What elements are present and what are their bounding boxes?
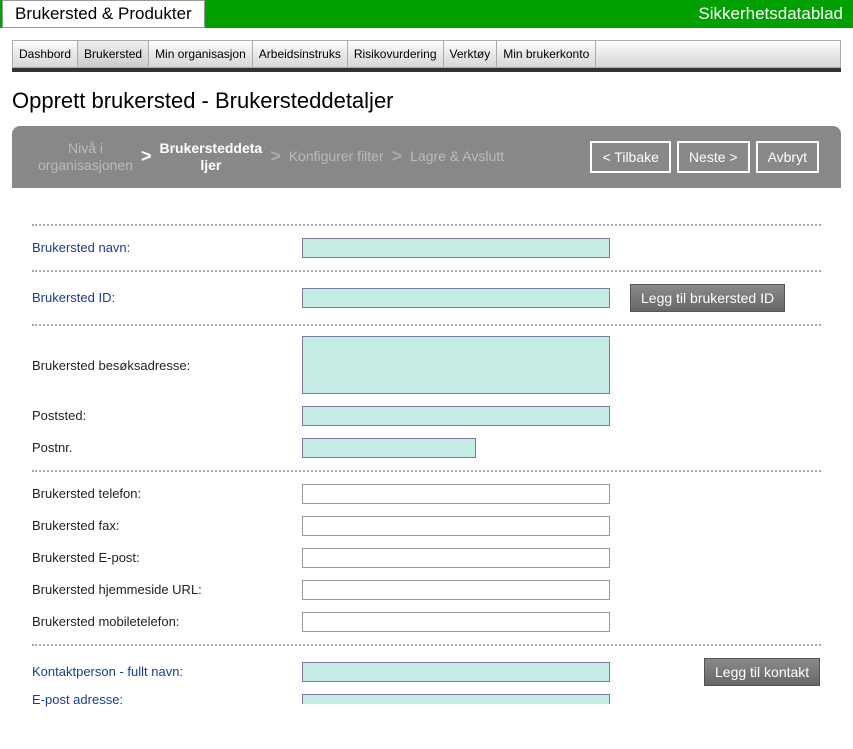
- add-kontakt-button[interactable]: Legg til kontakt: [704, 658, 820, 686]
- row-telefon: Brukersted telefon:: [32, 478, 821, 510]
- input-kontaktperson[interactable]: [302, 662, 610, 682]
- label-kontakt-epost: E-post adresse:: [32, 692, 302, 707]
- back-button[interactable]: < Tilbake: [590, 141, 670, 173]
- top-banner: Brukersted & Produkter Sikkerhetsdatabla…: [0, 0, 853, 28]
- input-postnr[interactable]: [302, 438, 476, 458]
- row-postnr: Postnr.: [32, 432, 821, 464]
- input-mobil[interactable]: [302, 612, 610, 632]
- separator: [32, 224, 821, 226]
- chevron-right-icon: >: [390, 146, 405, 167]
- menu-tab-verktoy[interactable]: Verktøy: [443, 40, 497, 68]
- separator: [32, 270, 821, 272]
- menu-spacer: [595, 40, 841, 68]
- wizard-panel: Nivå iorganisasjonen > Brukersteddetalje…: [12, 126, 841, 721]
- menu-tab-brukersted[interactable]: Brukersted: [77, 40, 148, 68]
- row-besoksadresse: Brukersted besøksadresse:: [32, 332, 821, 400]
- label-besoksadresse: Brukersted besøksadresse:: [32, 336, 302, 373]
- chevron-right-icon: >: [139, 146, 154, 167]
- wizard-step-4[interactable]: Lagre & Avslutt: [406, 148, 508, 165]
- row-brukersted-id: Brukersted ID: Legg til brukersted ID: [32, 278, 821, 318]
- menu-tab-risikovurdering[interactable]: Risikovurdering: [347, 40, 443, 68]
- row-fax: Brukersted fax:: [32, 510, 821, 542]
- menu-tab-min-organisasjon[interactable]: Min organisasjon: [148, 40, 252, 68]
- input-kontakt-epost[interactable]: [302, 694, 610, 704]
- label-url: Brukersted hjemmeside URL:: [32, 582, 302, 597]
- menu-tab-arbeidsinstruks[interactable]: Arbeidsinstruks: [252, 40, 347, 68]
- next-button[interactable]: Neste >: [677, 141, 750, 173]
- main-menu: Dashbord Brukersted Min organisasjon Arb…: [12, 40, 841, 72]
- label-postnr: Postnr.: [32, 440, 302, 455]
- row-poststed: Poststed:: [32, 400, 821, 432]
- label-brukersted-id: Brukersted ID:: [32, 290, 302, 305]
- chevron-right-icon: >: [268, 146, 283, 167]
- page-title: Opprett brukersted - Brukersteddetaljer: [12, 88, 841, 114]
- row-brukersted-navn: Brukersted navn:: [32, 232, 821, 264]
- top-banner-left: Brukersted & Produkter: [2, 0, 205, 28]
- input-poststed[interactable]: [302, 406, 610, 426]
- input-besoksadresse[interactable]: [302, 336, 610, 394]
- label-epost: Brukersted E-post:: [32, 550, 302, 565]
- label-mobil: Brukersted mobiletelefon:: [32, 614, 302, 629]
- label-poststed: Poststed:: [32, 408, 302, 423]
- wizard-step-3[interactable]: Konfigurer filter: [285, 148, 388, 165]
- input-url[interactable]: [302, 580, 610, 600]
- label-brukersted-navn: Brukersted navn:: [32, 240, 302, 255]
- label-fax: Brukersted fax:: [32, 518, 302, 533]
- row-kontaktperson: Kontaktperson - fullt navn: Legg til kon…: [32, 652, 821, 692]
- top-banner-right-link[interactable]: Sikkerhetsdatablad: [698, 4, 851, 24]
- wizard-step-1[interactable]: Nivå iorganisasjonen: [34, 140, 137, 174]
- cancel-button[interactable]: Avbryt: [756, 141, 819, 173]
- form-panel: Brukersted navn: Brukersted ID: Legg til…: [12, 188, 841, 721]
- add-brukersted-id-button[interactable]: Legg til brukersted ID: [630, 284, 785, 312]
- label-telefon: Brukersted telefon:: [32, 486, 302, 501]
- row-mobil: Brukersted mobiletelefon:: [32, 606, 821, 638]
- wizard-actions: < Tilbake Neste > Avbryt: [590, 141, 819, 173]
- wizard-header: Nivå iorganisasjonen > Brukersteddetalje…: [12, 126, 841, 188]
- row-kontakt-epost: E-post adresse:: [32, 692, 821, 713]
- input-brukersted-navn[interactable]: [302, 238, 610, 258]
- separator: [32, 644, 821, 646]
- separator: [32, 470, 821, 472]
- wizard-step-2[interactable]: Brukersteddetaljer: [155, 140, 266, 174]
- wizard-steps: Nivå iorganisasjonen > Brukersteddetalje…: [34, 140, 508, 174]
- input-epost[interactable]: [302, 548, 610, 568]
- label-kontaktperson: Kontaktperson - fullt navn:: [32, 664, 302, 679]
- menu-tab-dashbord[interactable]: Dashbord: [12, 40, 77, 68]
- input-fax[interactable]: [302, 516, 610, 536]
- separator: [32, 324, 821, 326]
- input-brukersted-id[interactable]: [302, 288, 610, 308]
- input-telefon[interactable]: [302, 484, 610, 504]
- row-epost: Brukersted E-post:: [32, 542, 821, 574]
- menu-tab-min-brukerkonto[interactable]: Min brukerkonto: [496, 40, 595, 68]
- row-url: Brukersted hjemmeside URL:: [32, 574, 821, 606]
